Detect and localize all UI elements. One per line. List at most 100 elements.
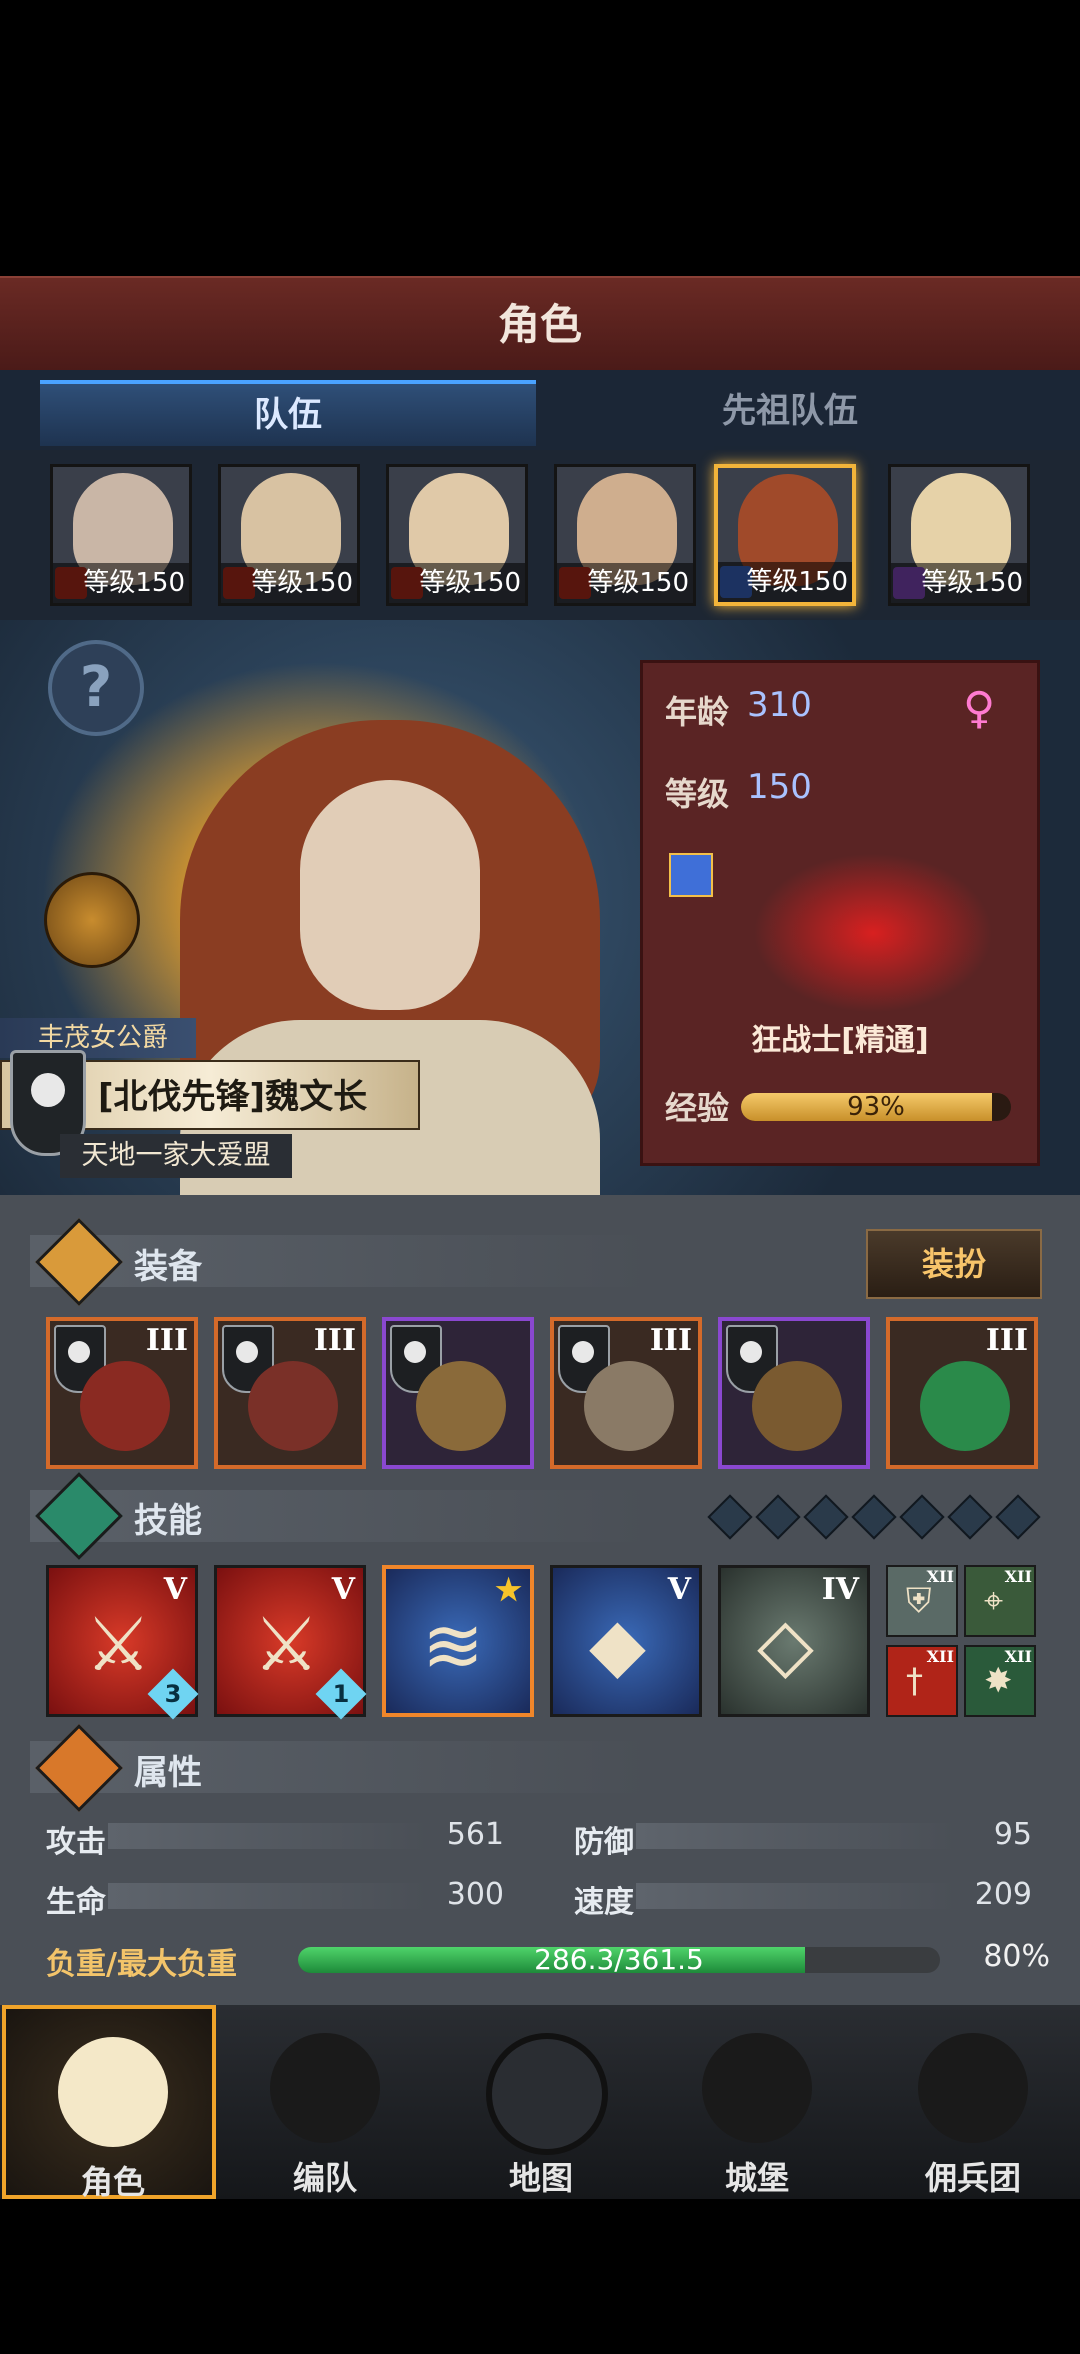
hp-label: 生命 [46,1885,106,1920]
potion-icon[interactable] [44,872,140,968]
skill-slot-selected[interactable]: ≋ ★ [382,1565,534,1717]
nav-character[interactable]: 角色 [2,2005,216,2201]
level-label: 等级150 [718,562,852,602]
load-progress-bar: 286.3/361.5 [298,1947,940,1973]
attack-bar [108,1823,428,1849]
load-value: 286.3/361.5 [534,1947,704,1973]
hero-display: ? 丰茂女公爵 [北伐先锋]魏文长 天地一家大爱盟 年龄 310 ♀ 等级 15… [0,620,1080,1195]
level-value: 150 [747,767,812,807]
boots-icon [752,1361,842,1451]
skill-count-badge: 1 [315,1668,367,1720]
nav-castle[interactable]: 城堡 [650,2005,864,2199]
roster-portrait[interactable]: 等级150 [888,464,1030,606]
shield-icon: ⛨ [906,1581,932,1621]
level-label: 等级 [665,775,730,813]
skills-title: 技能 [134,1501,202,1541]
level-label: 等级150 [389,563,525,603]
attack-label: 攻击 [46,1825,106,1860]
speed-bar [636,1883,956,1909]
hero-face [300,780,480,1010]
nav-mercenary[interactable]: 佣兵团 [866,2005,1080,2199]
attribute-icon [35,1724,123,1812]
sword-icon [35,1218,123,1306]
skill-slot[interactable]: ⚔ V 1 [214,1565,367,1720]
passive-skill-sword[interactable]: † XII [886,1645,958,1717]
load-label: 负重/最大负重 [46,1947,237,1982]
roster-portrait[interactable]: 等级150 [554,464,696,606]
hero-info-panel: 年龄 310 ♀ 等级 150 狂战士[精通] 经验 93% [640,660,1040,1166]
skill-slot[interactable]: ⚔ V 3 [46,1565,199,1720]
tier-label: V [163,1572,187,1607]
tab-ancestor-team[interactable]: 先祖队伍 [540,380,1040,442]
load-percent: 80% [983,1939,1050,1974]
dagger-icon: † [906,1661,923,1701]
berserker-class-art [753,853,993,1013]
equip-slot-helmet[interactable] [382,1317,534,1469]
hp-value: 300 [446,1877,504,1912]
nav-formation[interactable]: 编队 [218,2005,432,2199]
team-tabs: 队伍 先祖队伍 [0,370,1080,450]
passive-skill-target[interactable]: ⌖ XII [964,1565,1036,1637]
attributes-title: 属性 [134,1753,202,1793]
level-label: 等级150 [891,563,1027,603]
age-value: 310 [747,685,812,725]
skill-star-icon [35,1472,123,1560]
hp-bar [108,1883,428,1909]
passive-skill-burst[interactable]: ✸ XII [964,1645,1036,1717]
equip-slot-weapon[interactable]: III [46,1317,198,1469]
nav-label: 城堡 [724,2159,789,2197]
tier-label: XII [1004,1567,1032,1586]
page-title: 角色 [497,300,582,349]
tier-label: IV [821,1572,859,1607]
dress-up-button[interactable]: 装扮 [866,1229,1042,1299]
level-label: 等级150 [53,563,189,603]
equip-slot-boots[interactable] [718,1317,870,1469]
tab-team[interactable]: 队伍 [40,380,536,446]
nav-map[interactable]: 地图 [434,2005,648,2199]
roster-portrait[interactable]: 等级150 [50,464,192,606]
tier-label: V [667,1572,691,1607]
header-bar: 角色 [0,276,1080,372]
roster-portrait-selected[interactable]: 等级150 [714,464,856,606]
tier-label: XII [926,1567,954,1586]
axe-strike-icon: ⚔ [85,1602,152,1688]
equip-slot-armor[interactable]: III [550,1317,702,1469]
bottom-nav: 角色 编队 地图 城堡 佣兵团 [0,2005,1080,2201]
skill-slot[interactable]: ◇ IV [718,1565,870,1717]
level-label: 等级150 [557,563,693,603]
axe-icon [248,1361,338,1451]
mercenary-banner-icon [918,2033,1028,2143]
defense-bar [636,1823,956,1849]
defense-value: 95 [993,1817,1032,1852]
class-badge-icon [669,853,713,897]
tier-label: V [331,1572,355,1607]
roster-portrait[interactable]: 等级150 [386,464,528,606]
help-button[interactable]: ? [48,640,144,736]
age-label: 年龄 [665,693,730,731]
castle-icon [702,2033,812,2143]
equip-slot-accessory[interactable]: III [886,1317,1038,1469]
tier-label: XII [1004,1647,1032,1666]
tier-label: III [313,1323,356,1358]
star-icon: ★ [495,1573,522,1608]
passive-skill-shield[interactable]: ⛨ XII [886,1565,958,1637]
nav-label: 角色 [80,2163,145,2201]
skill-count: 1 [332,1680,350,1708]
compass-map-icon [486,2033,608,2155]
weapon-icon [80,1361,170,1451]
helmet-icon [270,2033,380,2143]
roster-portrait[interactable]: 等级150 [218,464,360,606]
speed-value: 209 [974,1877,1032,1912]
skill-slot[interactable]: ◆ V [550,1565,702,1717]
skill-count-badge: 3 [147,1668,199,1720]
exp-progress-bar: 93% [741,1093,1011,1121]
claw-icon: ≋ [422,1603,485,1689]
sword-slash-icon: ⚔ [253,1602,320,1688]
tier-label: III [985,1323,1028,1358]
crystal-hand-icon: ◇ [757,1602,814,1688]
equip-slot-offhand[interactable]: III [214,1317,366,1469]
equipment-title: 装备 [134,1247,202,1287]
tier-label: III [145,1323,188,1358]
fur-armor-icon [584,1361,674,1451]
tier-label: XII [926,1647,954,1666]
